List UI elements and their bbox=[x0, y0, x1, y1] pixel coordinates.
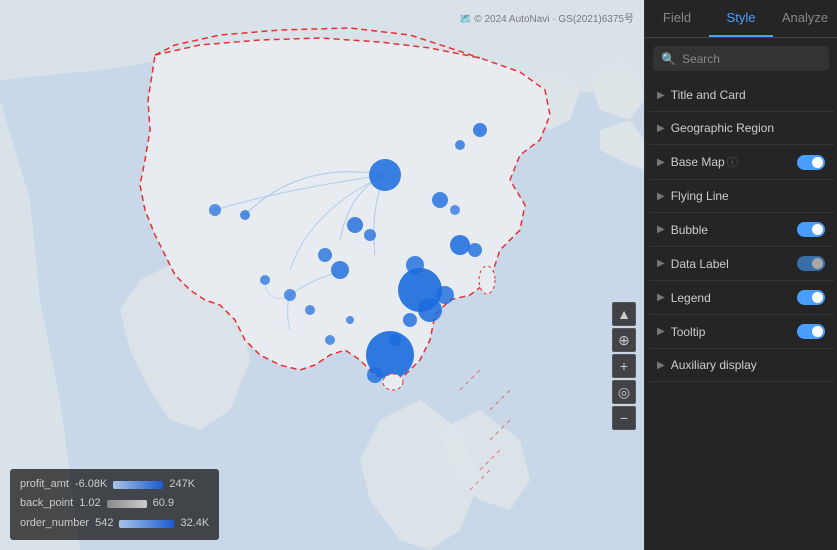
chevron-icon: ▶ bbox=[657, 326, 665, 337]
style-item-data-label[interactable]: ▶ Data Label bbox=[649, 247, 833, 281]
style-item-label: Geographic Region bbox=[671, 121, 774, 135]
search-icon: 🔍 bbox=[661, 52, 676, 66]
legend-profit-min: -6.08K bbox=[75, 475, 107, 495]
style-item-label: Flying Line bbox=[671, 189, 729, 203]
style-item-label: Data Label bbox=[671, 257, 729, 271]
chevron-icon: ▶ bbox=[657, 157, 665, 168]
compass-btn[interactable]: ⊕ bbox=[612, 328, 636, 352]
legend-back-label: back_point bbox=[20, 494, 73, 514]
map-legend: profit_amt -6.08K 247K back_point 1.02 6… bbox=[10, 469, 219, 540]
style-item-label: Base Map bbox=[671, 155, 725, 169]
style-item-label: Legend bbox=[671, 291, 711, 305]
style-item-legend[interactable]: ▶ Legend bbox=[649, 281, 833, 315]
chevron-icon: ▶ bbox=[657, 360, 665, 371]
bubble-toggle[interactable] bbox=[797, 222, 825, 237]
style-item-flying-line[interactable]: ▶ Flying Line bbox=[649, 180, 833, 213]
style-item-label: Tooltip bbox=[671, 325, 706, 339]
style-item-tooltip[interactable]: ▶ Tooltip bbox=[649, 315, 833, 349]
legend-profit-bar bbox=[113, 481, 163, 489]
map-area[interactable]: 🗺️ © 2024 AutoNavi · GS(2021)6375号 ▲ ⊕ +… bbox=[0, 0, 644, 550]
tab-analyze[interactable]: Analyze bbox=[773, 0, 837, 37]
legend-order-min: 542 bbox=[95, 514, 113, 534]
chevron-icon: ▶ bbox=[657, 224, 665, 235]
tooltip-toggle[interactable] bbox=[797, 324, 825, 339]
base-map-toggle[interactable] bbox=[797, 155, 825, 170]
style-item-label: Auxiliary display bbox=[671, 358, 757, 372]
zoom-in-btn[interactable]: + bbox=[612, 354, 636, 378]
style-item-title-card[interactable]: ▶ Title and Card bbox=[649, 79, 833, 112]
chevron-icon: ▶ bbox=[657, 90, 665, 101]
legend-back-max: 60.9 bbox=[153, 494, 174, 514]
legend-toggle[interactable] bbox=[797, 290, 825, 305]
legend-order-max: 32.4K bbox=[180, 514, 209, 534]
chevron-icon: ▶ bbox=[657, 292, 665, 303]
style-item-base-map[interactable]: ▶ Base Map ⓘ bbox=[649, 145, 833, 180]
legend-profit-label: profit_amt bbox=[20, 475, 69, 495]
navigate-btn[interactable]: ▲ bbox=[612, 302, 636, 326]
style-item-bubble[interactable]: ▶ Bubble bbox=[649, 213, 833, 247]
tab-field[interactable]: Field bbox=[645, 0, 709, 37]
style-list: ▶ Title and Card ▶ Geographic Region ▶ B… bbox=[645, 79, 837, 550]
tab-style[interactable]: Style bbox=[709, 0, 773, 37]
locate-btn[interactable]: ◎ bbox=[612, 380, 636, 404]
chevron-icon: ▶ bbox=[657, 191, 665, 202]
style-item-label: Bubble bbox=[671, 223, 708, 237]
style-item-auxiliary-display[interactable]: ▶ Auxiliary display bbox=[649, 349, 833, 382]
map-controls: ▲ ⊕ + ◎ − bbox=[612, 302, 636, 430]
tabs: Field Style Analyze bbox=[645, 0, 837, 38]
watermark: 🗺️ © 2024 AutoNavi · GS(2021)6375号 bbox=[459, 10, 634, 25]
search-input[interactable] bbox=[682, 52, 837, 66]
info-icon: ⓘ bbox=[727, 154, 738, 170]
right-panel: Field Style Analyze 🔍 ⋮ ▶ Title and Card… bbox=[644, 0, 837, 550]
legend-back-bar bbox=[107, 500, 147, 508]
legend-order-label: order_number bbox=[20, 514, 89, 534]
chevron-icon: ▶ bbox=[657, 258, 665, 269]
legend-order-bar bbox=[119, 520, 174, 528]
zoom-out-btn[interactable]: − bbox=[612, 406, 636, 430]
legend-back-min: 1.02 bbox=[79, 494, 100, 514]
search-box: 🔍 ⋮ bbox=[653, 46, 829, 71]
data-label-toggle[interactable] bbox=[797, 256, 825, 271]
legend-profit-max: 247K bbox=[169, 475, 195, 495]
chevron-icon: ▶ bbox=[657, 123, 665, 134]
style-item-label: Title and Card bbox=[671, 88, 746, 102]
style-item-geographic-region[interactable]: ▶ Geographic Region bbox=[649, 112, 833, 145]
